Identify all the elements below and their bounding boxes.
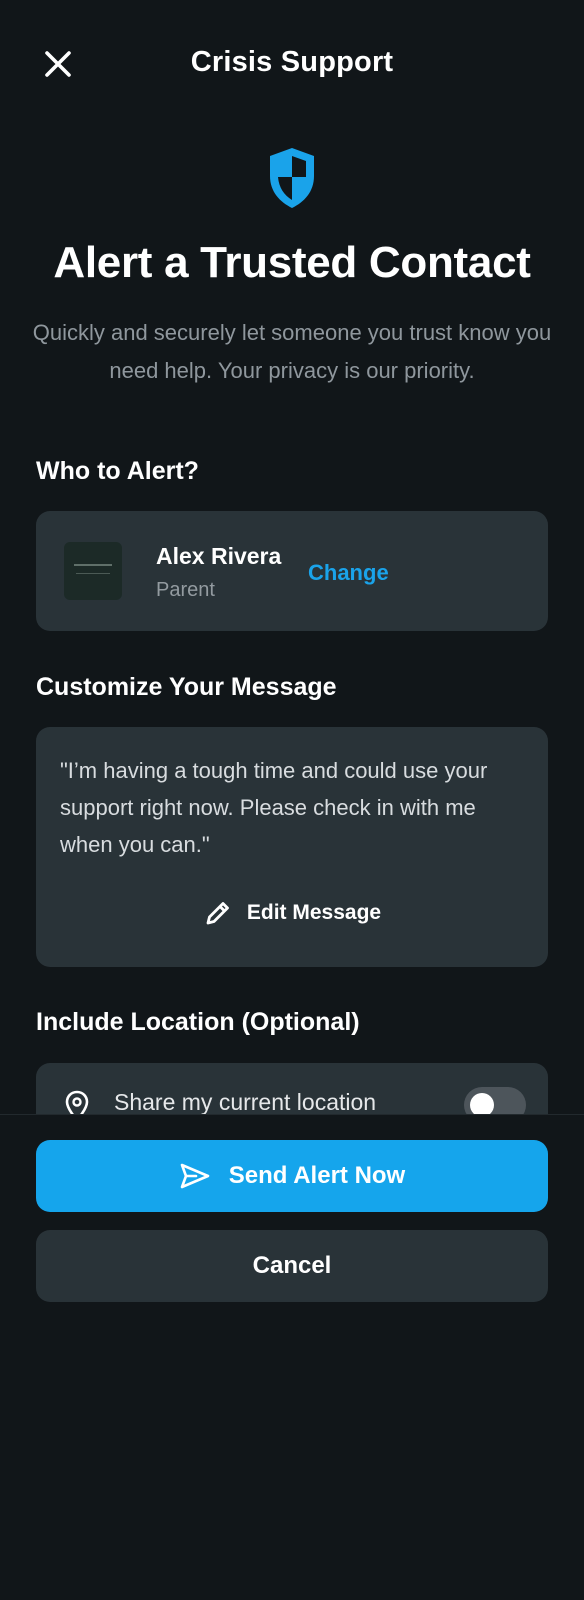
contact-name: Alex Rivera	[156, 543, 282, 569]
cancel-button[interactable]: Cancel	[36, 1230, 548, 1302]
bottom-action-bar: Send Alert Now Cancel	[0, 1114, 584, 1600]
header: Crisis Support	[0, 0, 584, 130]
cancel-label: Cancel	[252, 1252, 332, 1279]
message-card: "I’m having a tough time and could use y…	[36, 727, 548, 967]
header-title: Crisis Support	[190, 46, 394, 78]
page-title: Alert a Trusted Contact	[53, 238, 531, 287]
send-alert-button[interactable]: Send Alert Now	[36, 1140, 548, 1212]
message-text: "I’m having a tough time and could use y…	[60, 758, 488, 857]
contact-relation: Parent	[156, 579, 215, 601]
avatar	[64, 542, 122, 600]
pencil-icon	[206, 902, 229, 925]
page-subtitle: Quickly and securely let someone you tru…	[32, 320, 552, 383]
edit-message-label: Edit Message	[246, 901, 382, 924]
share-location-label: Share my current location	[114, 1089, 377, 1115]
contact-card: Alex Rivera Parent Change	[36, 511, 548, 631]
edit-message-button[interactable]: Edit Message	[36, 893, 548, 933]
include-location-label: Include Location (Optional)	[36, 1008, 360, 1036]
change-contact-button[interactable]: Change	[308, 560, 389, 586]
send-icon	[180, 1163, 210, 1189]
who-to-alert-label: Who to Alert?	[36, 457, 199, 485]
customize-message-label: Customize Your Message	[36, 673, 337, 701]
send-alert-label: Send Alert Now	[228, 1162, 406, 1189]
shield-icon	[266, 146, 318, 210]
